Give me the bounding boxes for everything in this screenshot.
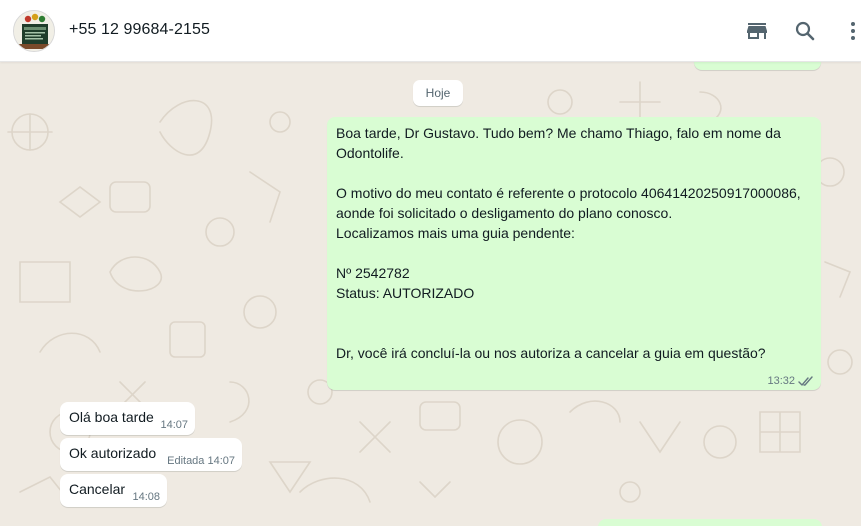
message-time: 13:32 xyxy=(767,375,795,387)
contact-avatar[interactable] xyxy=(13,10,55,52)
message-line: Odontolife. xyxy=(336,145,404,161)
incoming-message-bubble[interactable]: Ok autorizado Editada 14:07 xyxy=(60,438,242,471)
avatar-logo-image xyxy=(14,11,54,51)
message-time: 14:08 xyxy=(132,491,160,503)
message-text: Cancelar xyxy=(69,481,126,497)
more-options-icon[interactable] xyxy=(841,19,861,43)
message-line: O motivo do meu contato é referente o pr… xyxy=(336,185,801,201)
chat-panel[interactable]: Hoje Boa tarde, Dr Gustavo. Tudo bem? Me… xyxy=(0,62,861,526)
search-icon[interactable] xyxy=(793,19,817,43)
outgoing-message-bubble[interactable]: Boa tarde, Dr Gustavo. Tudo bem? Me cham… xyxy=(327,117,821,390)
double-check-icon xyxy=(798,375,813,386)
message-line: Status: AUTORIZADO xyxy=(336,285,475,301)
incoming-message-bubble[interactable]: Olá boa tarde 14:07 xyxy=(60,402,195,435)
message-line: aonde foi solicitado o desligamento do p… xyxy=(336,205,673,221)
message-time: Editada 14:07 xyxy=(167,455,235,467)
message-text: Ok autorizado xyxy=(69,445,157,461)
chat-header: +55 12 99684-2155 xyxy=(0,0,861,62)
date-separator: Hoje xyxy=(413,80,463,106)
next-message-bubble xyxy=(598,519,822,526)
message-line: Boa tarde, Dr Gustavo. Tudo bem? Me cham… xyxy=(336,125,781,141)
message-line: Dr, você irá concluí-la ou nos autoriza … xyxy=(336,345,766,361)
catalog-store-icon[interactable] xyxy=(745,19,769,43)
message-line: Nº 2542782 xyxy=(336,265,410,281)
message-meta: 13:32 xyxy=(767,375,814,387)
message-line: Localizamos mais uma guia pendente: xyxy=(336,225,575,241)
message-time: 14:07 xyxy=(160,419,188,431)
incoming-message-bubble[interactable]: Cancelar 14:08 xyxy=(60,474,167,507)
contact-name[interactable]: +55 12 99684-2155 xyxy=(69,21,210,39)
message-text: Olá boa tarde xyxy=(69,409,154,425)
previous-message-bubble xyxy=(694,62,821,70)
